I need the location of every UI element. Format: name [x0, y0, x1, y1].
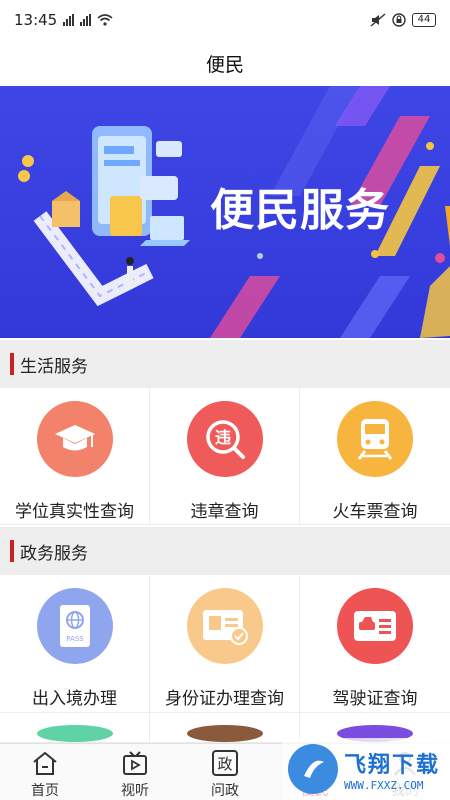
tab-label: 首页: [31, 783, 59, 799]
section-title: 生活服务: [20, 356, 88, 377]
mute-icon: [370, 13, 386, 27]
tab-video[interactable]: 视听: [90, 744, 180, 800]
status-time: 13:45: [14, 11, 58, 29]
passport-icon: PASS: [36, 588, 113, 664]
service-icon: [186, 725, 263, 742]
svg-text:违: 违: [214, 428, 230, 447]
watermark-text: 飞翔下载: [344, 752, 441, 778]
violation-search-icon: 违: [186, 401, 263, 477]
tv-icon: [121, 749, 149, 777]
section-header-government: 政务服务: [0, 527, 450, 575]
service-train-ticket[interactable]: 火车票查询: [300, 388, 450, 525]
service-label: 身份证办理查询: [165, 689, 284, 709]
service-driver-license[interactable]: 驾驶证查询: [300, 575, 450, 713]
graduation-cap-icon: [36, 401, 113, 477]
banner[interactable]: 便民服务: [0, 86, 450, 338]
tab-label: 视听: [121, 783, 149, 799]
tab-glyph: 政: [217, 755, 232, 773]
watermark-url: WWW.FXXZ.COM: [344, 778, 424, 792]
service-violation-query[interactable]: 违 违章查询: [150, 388, 300, 525]
service-more-1[interactable]: [0, 713, 150, 743]
watermark-logo-icon: [288, 744, 338, 794]
driver-license-icon: [337, 588, 413, 664]
watermark: 飞翔下载 WWW.FXXZ.COM: [282, 738, 450, 800]
section-header-life: 生活服务: [0, 340, 450, 388]
tab-inquiry[interactable]: 政 问政: [180, 744, 270, 800]
service-more-2[interactable]: [150, 713, 300, 743]
page-title-bar: 便民: [0, 40, 450, 86]
service-id-card[interactable]: 身份证办理查询: [150, 575, 300, 713]
home-icon: [31, 749, 59, 777]
wifi-icon: [97, 14, 113, 26]
id-card-icon: [186, 588, 263, 664]
lock-icon: [392, 13, 406, 27]
service-label: 违章查询: [190, 502, 259, 522]
service-icon: [36, 725, 113, 742]
service-degree-verify[interactable]: 学位真实性查询: [0, 388, 150, 525]
page-title: 便民: [205, 53, 244, 76]
status-bar: 13:45 44: [0, 0, 450, 40]
service-exit-entry[interactable]: PASS 出入境办理: [0, 575, 150, 713]
government-services-grid: PASS 出入境办理 身份证办理查询 驾驶证查询: [0, 575, 450, 713]
train-icon: [337, 401, 413, 477]
battery-icon: 44: [412, 13, 436, 27]
tab-label: 问政: [211, 783, 239, 799]
banner-title: 便民服务: [210, 185, 390, 236]
service-label: 学位真实性查询: [15, 502, 134, 522]
life-services-grid: 学位真实性查询 违 违章查询 火车票查询: [0, 388, 450, 525]
section-accent-bar: [10, 353, 14, 375]
section-title: 政务服务: [20, 543, 88, 564]
service-label: 火车票查询: [332, 502, 418, 522]
service-label: 驾驶证查询: [332, 689, 418, 709]
signal-icon: [80, 14, 92, 26]
svg-text:PASS: PASS: [66, 635, 84, 643]
signal-icon: [63, 14, 75, 26]
tab-home[interactable]: 首页: [0, 744, 90, 800]
service-label: 出入境办理: [32, 689, 117, 709]
section-accent-bar: [10, 540, 14, 562]
zheng-icon: 政: [211, 749, 239, 777]
